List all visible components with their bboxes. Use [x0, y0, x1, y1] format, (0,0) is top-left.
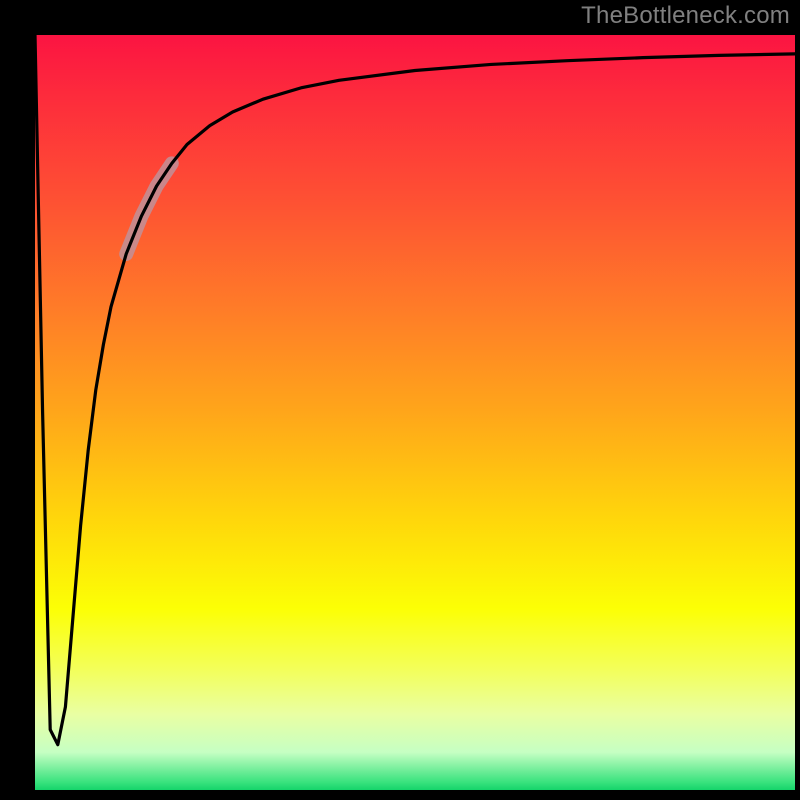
plot-area	[35, 35, 795, 790]
curve-layer	[35, 35, 795, 790]
watermark-text: TheBottleneck.com	[581, 2, 790, 30]
bottleneck-curve	[35, 35, 795, 745]
chart-frame: TheBottleneck.com	[0, 0, 800, 800]
